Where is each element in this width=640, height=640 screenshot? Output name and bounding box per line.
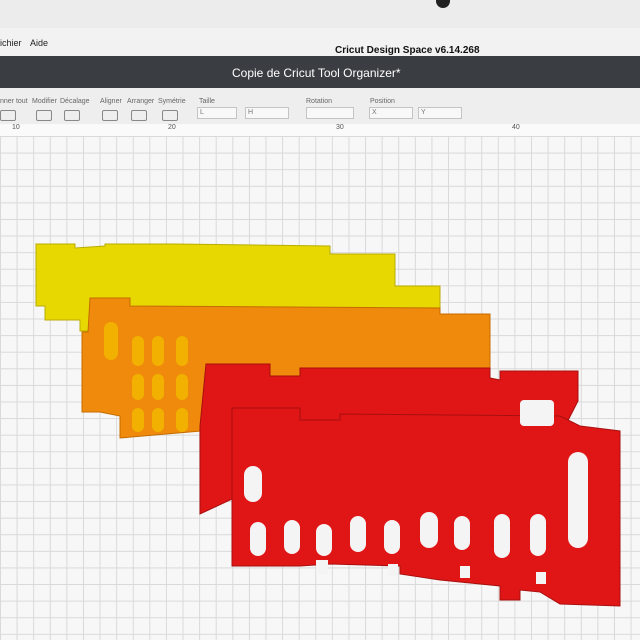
align-icon[interactable] (102, 110, 118, 121)
menu-bar: ichier Aide Cricut Design Space v6.14.26… (0, 28, 640, 57)
design-canvas[interactable] (0, 136, 640, 640)
camera-notch (436, 0, 450, 8)
app-title: Cricut Design Space v6.14.268 (335, 45, 480, 56)
edit-icon[interactable] (36, 110, 52, 121)
arranger-label[interactable]: Arranger (127, 98, 154, 105)
rotation-field[interactable] (306, 107, 354, 119)
taille-label: Taille (199, 98, 215, 105)
select-all-label[interactable]: nner tout (0, 98, 28, 105)
flip-icon[interactable] (162, 110, 178, 121)
select-all-icon[interactable] (0, 110, 16, 121)
y-field[interactable]: Y (418, 107, 462, 119)
monitor-bezel (0, 0, 640, 28)
decalage-label[interactable]: Décalage (60, 98, 90, 105)
height-field[interactable]: H (245, 107, 289, 119)
ruler-tick-10: 10 (12, 124, 20, 131)
arrange-icon[interactable] (131, 110, 147, 121)
document-title-bar: Copie de Cricut Tool Organizer* (0, 56, 640, 88)
aligner-label[interactable]: Aligner (100, 98, 122, 105)
screen: ichier Aide Cricut Design Space v6.14.26… (0, 28, 640, 640)
width-field[interactable]: L (197, 107, 237, 119)
ruler-tick-40: 40 (512, 124, 520, 131)
ruler-tick-30: 30 (336, 124, 344, 131)
menu-aide[interactable]: Aide (30, 38, 48, 48)
design-shapes (35, 243, 621, 607)
offset-icon[interactable] (64, 110, 80, 121)
rotation-label: Rotation (306, 98, 333, 105)
edit-toolbar: nner tout Modifier Décalage Aligner Arra… (0, 88, 640, 125)
x-field[interactable]: X (369, 107, 413, 119)
document-title: Copie de Cricut Tool Organizer* (232, 66, 401, 80)
symetrie-label[interactable]: Symétrie (158, 98, 186, 105)
menu-fichier[interactable]: ichier (0, 38, 22, 48)
position-label: Position (370, 98, 395, 105)
modifier-label[interactable]: Modifier (32, 98, 57, 105)
red-organizer-shape-front[interactable] (231, 407, 621, 607)
ruler-tick-20: 20 (168, 124, 176, 131)
